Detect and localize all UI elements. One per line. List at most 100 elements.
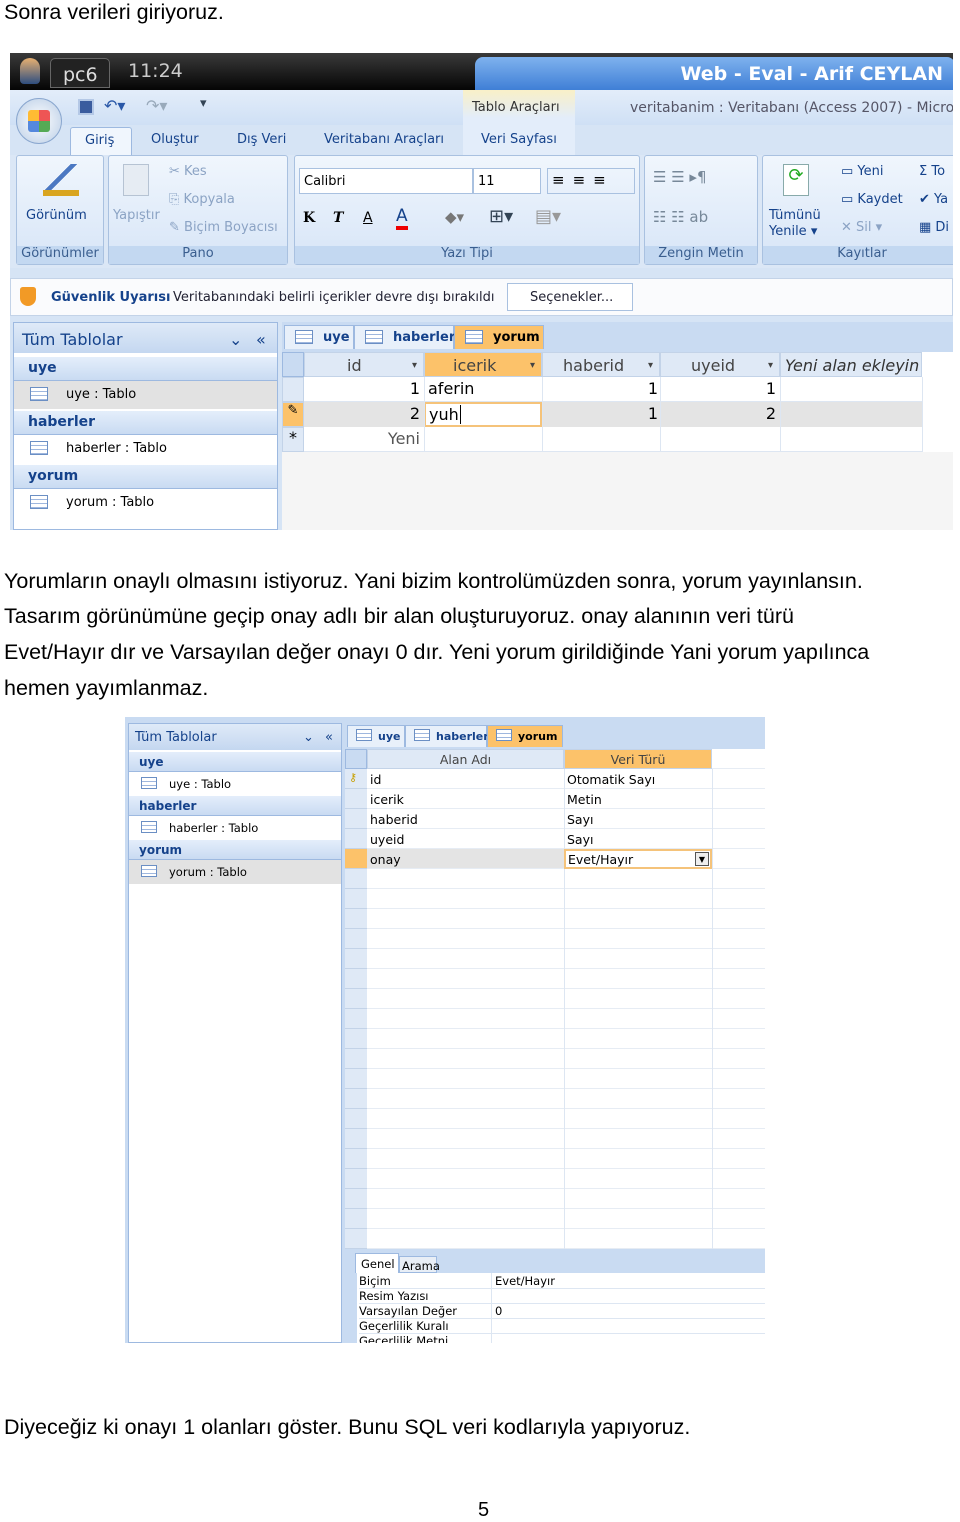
font-select[interactable]: Calibri (299, 168, 473, 194)
col-header-uyeid[interactable]: uyeid ▾ (660, 352, 780, 377)
chevron-down-icon[interactable]: ⌄ (229, 330, 242, 349)
field-row[interactable]: haberid Sayı (370, 812, 593, 827)
tab-veritabani-araclari[interactable]: Veritabanı Araçları (324, 132, 444, 147)
refresh-all-button[interactable]: Tümünü Yenile ▾ (769, 208, 821, 240)
undo-icon[interactable]: ↶▾ (104, 96, 125, 115)
cell-id[interactable]: 1 (304, 379, 420, 398)
nav-item-yorum[interactable]: yorum : Tablo (14, 489, 277, 517)
new-record-button[interactable]: ▭ Yeni (841, 164, 884, 179)
group-kayitlar: ⟳ Tümünü Yenile ▾ ▭ Yeni ▭ Kaydet ✕ Sil ▾… (762, 155, 953, 265)
select-all[interactable] (282, 352, 304, 377)
prop-row[interactable]: Geçerlilik Kuralı (359, 1319, 765, 1334)
prop-tab-lookup[interactable]: Arama (399, 1256, 440, 1273)
doc-tab-haberler[interactable]: haberler (405, 725, 489, 747)
current-row-selector[interactable] (345, 849, 367, 868)
field-row[interactable]: uyeid Sayı (370, 832, 593, 847)
redo-icon[interactable]: ↷▾ (146, 96, 167, 115)
office-button[interactable] (16, 98, 62, 144)
tab-veri-sayfasi[interactable]: Veri Sayfası (481, 132, 557, 147)
cell-icerik[interactable]: aferin (428, 379, 474, 398)
font-color-button[interactable]: A (396, 206, 408, 230)
more-button[interactable]: ▦ Di (919, 220, 949, 235)
cell-id[interactable]: 2 (304, 404, 420, 423)
nav-group-yorum[interactable]: yorum (14, 465, 277, 489)
list-icons[interactable]: ☷ ☷ ab (653, 208, 708, 226)
prop-row[interactable]: Varsayılan Değer 0 (359, 1304, 765, 1319)
nav-item-yorum[interactable]: yorum : Tablo (129, 860, 341, 884)
new-row-label[interactable]: Yeni (304, 429, 420, 448)
prop-row[interactable]: Biçim Evet/Hayır (359, 1274, 765, 1289)
new-row-marker[interactable]: * (282, 427, 304, 452)
view-button[interactable]: Görünüm (26, 208, 87, 223)
row-selector-editing[interactable]: ✎ (282, 402, 304, 427)
nav-item-uye[interactable]: uye : Tablo (129, 772, 341, 796)
paste-button[interactable]: Yapıştır (113, 208, 160, 223)
bold-button[interactable]: K (303, 210, 315, 226)
cell-haberid[interactable]: 1 (542, 404, 658, 423)
cut-button[interactable]: ✂ Kes (169, 164, 207, 179)
spelling-button[interactable]: ✔ Ya (919, 192, 948, 207)
dropdown-arrow-icon[interactable]: ▼ (695, 852, 709, 866)
prop-tab-general[interactable]: Genel (355, 1253, 399, 1273)
totals-button[interactable]: Σ To (919, 164, 945, 179)
save-record-button[interactable]: ▭ Kaydet (841, 192, 903, 207)
tab-giris[interactable]: Giriş (70, 127, 132, 155)
nav-title[interactable]: Tüm Tablolar ⌄ « (14, 323, 277, 353)
tab-dis-veri[interactable]: Dış Veri (237, 132, 286, 147)
shield-icon (20, 287, 36, 306)
grid: id ▾ icerik ▾ haberid ▾ uyeid ▾ Yeni alan ek… (282, 352, 953, 530)
col-header-add-field[interactable]: Yeni alan ekleyin (780, 352, 922, 377)
nav-group-haberler[interactable]: haberler (14, 411, 277, 435)
nav-group-yorum[interactable]: yorum (129, 840, 341, 860)
options-button[interactable]: Seçenekler... (507, 283, 633, 311)
indent-icons[interactable]: ☰ ☰ ▸¶ (653, 168, 707, 186)
app-title: veritabanim : Veritabanı (Access 2007) -… (630, 100, 953, 116)
col-header-id[interactable]: id ▾ (304, 352, 424, 377)
field-name[interactable]: onay (370, 852, 401, 867)
underline-button[interactable]: A (363, 210, 373, 226)
data-type-select[interactable]: Evet/Hayır ▼ (564, 849, 712, 869)
size-select[interactable]: 11 (473, 168, 541, 194)
nav-item-haberler[interactable]: haberler : Tablo (129, 816, 341, 840)
nav-item-haberler[interactable]: haberler : Tablo (14, 435, 277, 463)
tab-olustur[interactable]: Oluştur (151, 132, 199, 147)
field-grid: Alan Adı Veri Türü ⚷ id Otomatik Sayı ice… (345, 749, 765, 1249)
fill-color-icon[interactable]: ◆▾ (445, 208, 464, 226)
nav-title[interactable]: Tüm Tablolar ⌄ « (129, 724, 341, 750)
field-row[interactable]: icerik Metin (370, 792, 602, 807)
access-datasheet-screenshot: pc6 11:24 Web - Eval - Arif CEYLAN ↶▾ ↷▾… (10, 53, 953, 530)
collapse-pane-icon[interactable]: « (325, 730, 333, 745)
doc-tab-yorum[interactable]: yorum (454, 325, 544, 349)
cell-uyeid[interactable]: 2 (660, 404, 776, 423)
prop-row[interactable]: Geçerlilik Metni (359, 1334, 765, 1343)
italic-button[interactable]: T (333, 210, 343, 226)
nav-group-haberler[interactable]: haberler (129, 796, 341, 816)
nav-group-uye[interactable]: uye (14, 357, 277, 381)
customize-qat-icon[interactable]: ▾ (200, 96, 207, 111)
doc-tab-bar: uye haberler yorum (345, 723, 765, 749)
cell-uyeid[interactable]: 1 (660, 379, 776, 398)
doc-tab-uye[interactable]: uye (347, 725, 405, 747)
row-selector[interactable] (282, 377, 304, 402)
doc-tab-uye[interactable]: uye (284, 325, 354, 349)
save-icon[interactable] (78, 99, 94, 115)
align-buttons[interactable]: ≡≡≡ (547, 168, 635, 194)
doc-tab-haberler[interactable]: haberler (354, 325, 455, 349)
cell-icerik-editing[interactable]: yuh (424, 402, 542, 427)
col-header-icerik[interactable]: icerik ▾ (424, 352, 542, 377)
field-row[interactable]: id Otomatik Sayı (370, 772, 655, 787)
doc-tab-yorum[interactable]: yorum (487, 725, 563, 747)
prop-row[interactable]: Resim Yazısı (359, 1289, 765, 1304)
gridlines-icon[interactable]: ⊞▾ (489, 206, 513, 227)
nav-item-uye[interactable]: uye : Tablo (14, 381, 277, 409)
format-painter-button[interactable]: ✎ Biçim Boyacısı (169, 220, 278, 235)
delete-button[interactable]: ✕ Sil ▾ (841, 220, 882, 235)
cell-haberid[interactable]: 1 (542, 379, 658, 398)
row-color-icon[interactable]: ▤▾ (535, 206, 561, 227)
chevron-down-icon[interactable]: ⌄ (303, 730, 314, 745)
collapse-pane-icon[interactable]: « (256, 330, 266, 349)
copy-button[interactable]: ⎘ Kopyala (169, 192, 235, 207)
select-all[interactable] (345, 749, 367, 769)
nav-group-uye[interactable]: uye (129, 752, 341, 772)
col-header-haberid[interactable]: haberid ▾ (542, 352, 660, 377)
